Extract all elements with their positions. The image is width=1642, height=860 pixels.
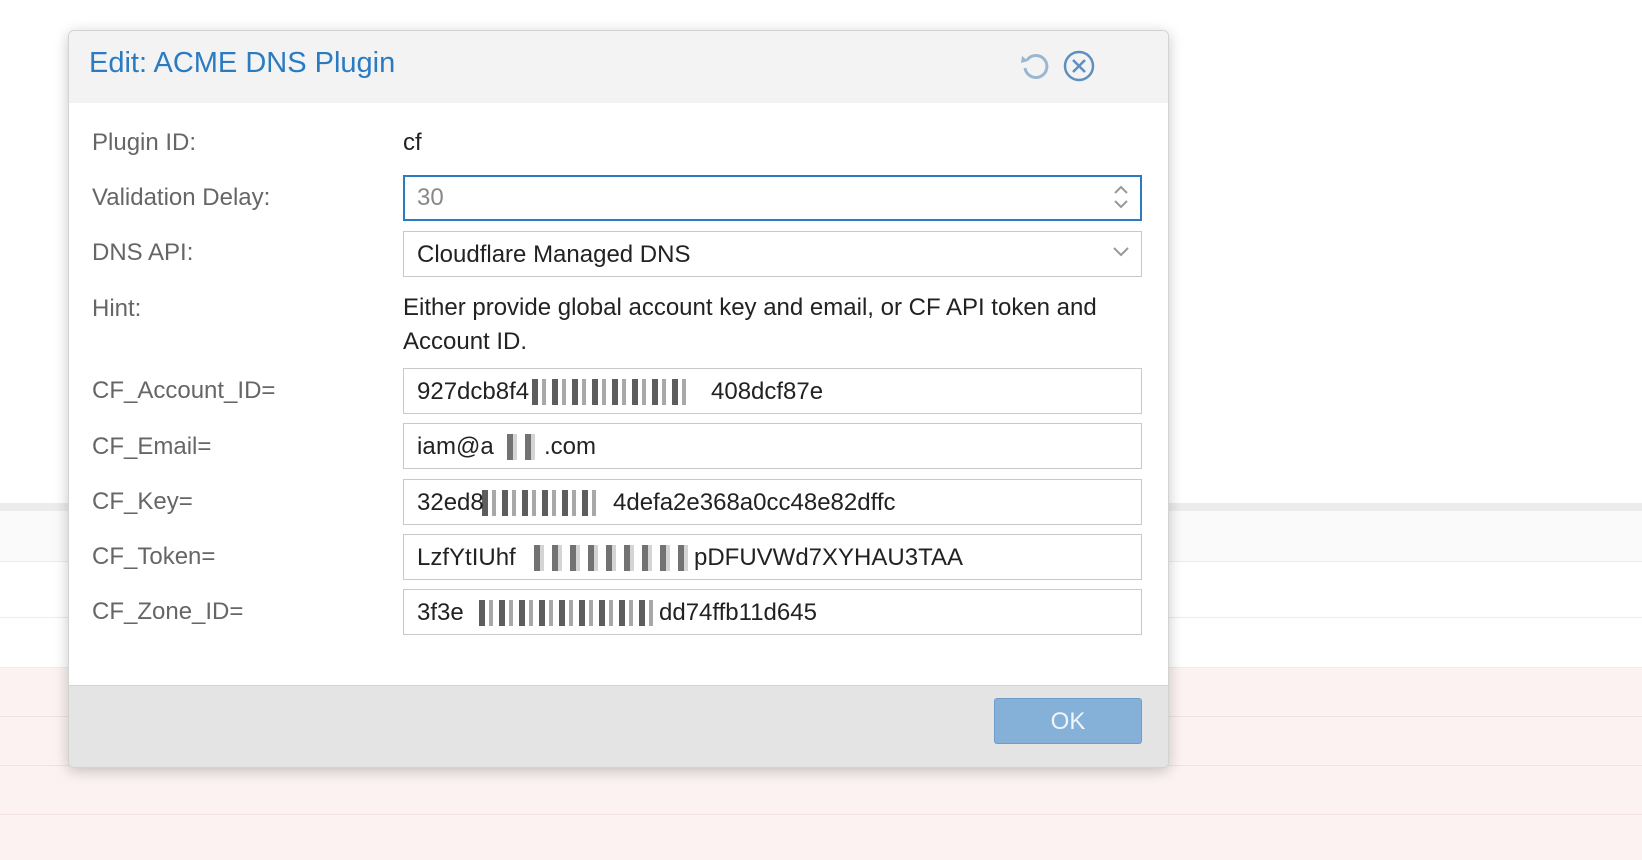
cf-key-field[interactable]: 32ed8 4defa2e368a0cc48e82dffc: [403, 479, 1142, 525]
plugin-id-value: cf: [403, 129, 422, 156]
cf-token-prefix: LzfYtIUhf: [417, 544, 516, 571]
dns-api-label: DNS API:: [92, 239, 194, 266]
reset-icon[interactable]: [1017, 48, 1053, 84]
validation-delay-field[interactable]: [403, 175, 1142, 221]
plugin-id-label: Plugin ID:: [92, 129, 197, 156]
cf-email-suffix: .com: [544, 433, 597, 460]
validation-delay-label: Validation Delay:: [92, 184, 271, 211]
cf-account-id-field[interactable]: 927dcb8f4 408dcf87e: [403, 368, 1142, 414]
cf-account-id-label: CF_Account_ID=: [92, 377, 276, 404]
cf-key-label: CF_Key=: [92, 488, 193, 515]
cf-email-field[interactable]: ia m@a .com: [403, 423, 1142, 469]
hint-label: Hint:: [92, 295, 142, 322]
background-error-row: [0, 766, 1642, 815]
dialog-header[interactable]: Edit: ACME DNS Plugin: [69, 31, 1168, 103]
edit-acme-dns-plugin-dialog: Edit: ACME DNS Plugin Plugin ID: cf Vali…: [68, 30, 1169, 768]
dns-api-select[interactable]: Cloudflare Managed DNS: [403, 231, 1142, 277]
cf-token-suffix: pDFUVWd7XYHAU3TAA: [694, 544, 963, 571]
cf-account-id-suffix: 408dcf87e: [711, 378, 824, 405]
number-spinner-icon[interactable]: [1110, 181, 1132, 213]
cf-zone-id-label: CF_Zone_ID=: [92, 598, 244, 625]
redacted-area: [479, 600, 659, 626]
redacted-area: [532, 379, 692, 405]
hint-text: Either provide global account key and em…: [403, 294, 1097, 355]
redacted-area: [504, 434, 542, 460]
cf-zone-id-prefix: 3f3e: [417, 599, 464, 626]
validation-delay-input[interactable]: [417, 177, 1057, 219]
cf-zone-id-suffix: dd74ffb11d645: [659, 599, 817, 626]
dialog-title: Edit: ACME DNS Plugin: [89, 47, 396, 79]
cf-key-suffix: 4defa2e368a0cc48e82dffc: [613, 489, 896, 516]
cf-email-prefix: ia: [417, 433, 436, 460]
redacted-area: [482, 490, 600, 516]
dns-api-selected-value: Cloudflare Managed DNS: [417, 241, 691, 268]
background-error-row: [0, 815, 1642, 860]
chevron-down-icon[interactable]: [1111, 243, 1131, 261]
redacted-area: [531, 545, 691, 571]
close-icon[interactable]: [1061, 48, 1097, 84]
dialog-footer: OK: [69, 685, 1168, 767]
cf-token-field[interactable]: LzfYtIUhf pDFUVWd7XYHAU3TAA: [403, 534, 1142, 580]
cf-zone-id-field[interactable]: 3f3e dd74ffb11d645: [403, 589, 1142, 635]
cf-email-middle: m@a: [436, 433, 494, 460]
ok-button[interactable]: OK: [994, 698, 1142, 744]
cf-token-label: CF_Token=: [92, 543, 216, 570]
cf-key-prefix: 32ed8: [417, 489, 484, 516]
cf-email-label: CF_Email=: [92, 433, 212, 460]
cf-account-id-prefix: 927dcb8f4: [417, 378, 530, 405]
